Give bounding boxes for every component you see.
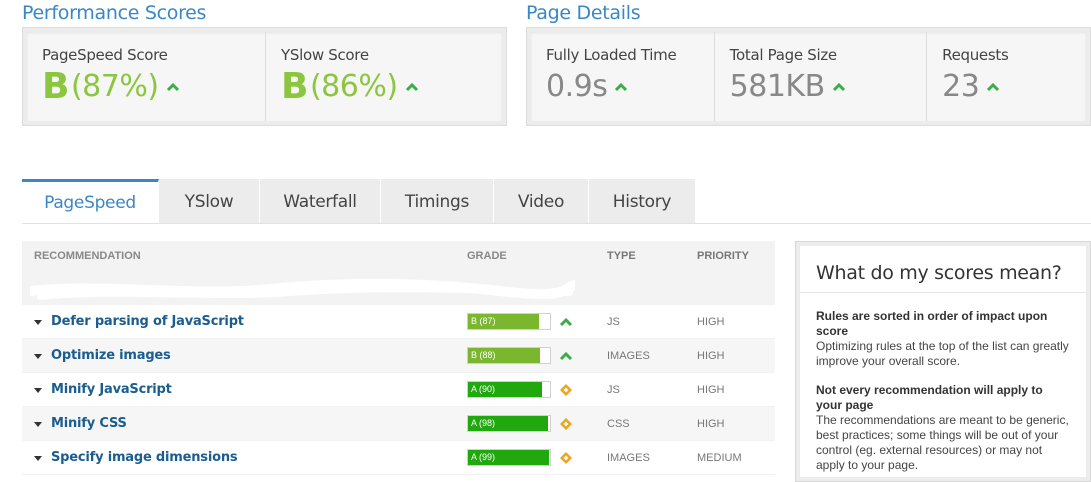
grade-bar-fill: B (87) bbox=[468, 314, 540, 329]
up-arrow-icon bbox=[987, 82, 1000, 92]
grade-bar: A (99) bbox=[467, 449, 551, 466]
header-recommendation[interactable]: RECOMMENDATION bbox=[22, 250, 467, 262]
diamond-icon bbox=[560, 451, 572, 464]
performance-scores-title: Performance Scores bbox=[22, 2, 207, 24]
tab-timings[interactable]: Timings bbox=[381, 179, 494, 224]
yslow-score-card: YSlow Score B (86%) bbox=[266, 32, 502, 121]
grade-bar: B (88) bbox=[467, 347, 551, 364]
diamond-icon bbox=[560, 383, 572, 396]
fully-loaded-time-card: Fully Loaded Time 0.9s bbox=[531, 32, 715, 121]
tab-waterfall[interactable]: Waterfall bbox=[260, 179, 381, 224]
grade-bar-fill: A (98) bbox=[468, 416, 549, 431]
up-arrow-icon bbox=[405, 82, 418, 92]
grade-bar-fill: A (90) bbox=[468, 382, 542, 397]
grade-bar: A (90) bbox=[467, 381, 551, 398]
recommendation-type: IMAGES bbox=[607, 349, 650, 362]
grade-bar: A (98) bbox=[467, 415, 551, 432]
tab-history[interactable]: History bbox=[589, 179, 695, 224]
up-arrow-icon bbox=[166, 82, 179, 92]
requests-value: 23 bbox=[942, 69, 980, 104]
expand-caret-icon[interactable] bbox=[34, 387, 42, 393]
grade-bar: B (87) bbox=[467, 313, 551, 330]
help-heading: Not every recommendation will apply to y… bbox=[816, 383, 1043, 412]
total-page-size-label: Total Page Size bbox=[729, 46, 837, 64]
up-arrow-icon bbox=[832, 82, 845, 92]
recommendation-priority: HIGH bbox=[697, 315, 725, 328]
up-arrow-icon bbox=[559, 351, 573, 360]
recommendation-name[interactable]: Minify CSS bbox=[51, 416, 127, 431]
expand-caret-icon[interactable] bbox=[34, 319, 42, 325]
total-page-size-card: Total Page Size 581KB bbox=[715, 32, 928, 121]
recommendation-name[interactable]: Specify image dimensions bbox=[51, 450, 238, 465]
table-row[interactable]: Minify JavaScript A (90) JS HIGH bbox=[22, 373, 775, 407]
expand-caret-icon[interactable] bbox=[34, 455, 42, 461]
tab-yslow[interactable]: YSlow bbox=[159, 179, 260, 224]
recommendation-type: IMAGES bbox=[607, 451, 650, 464]
recommendation-priority: HIGH bbox=[697, 349, 725, 362]
expand-caret-icon[interactable] bbox=[34, 421, 42, 427]
redacted-row bbox=[22, 271, 775, 305]
table-row[interactable]: Minify CSS A (98) CSS HIGH bbox=[22, 407, 775, 441]
tab-video[interactable]: Video bbox=[494, 179, 589, 224]
recommendation-rows: Defer parsing of JavaScript B (87) JS HI… bbox=[22, 305, 775, 475]
recommendation-priority: HIGH bbox=[697, 383, 725, 396]
tab-pagespeed[interactable]: PageSpeed bbox=[22, 179, 159, 224]
table-row[interactable]: Optimize images B (88) IMAGES HIGH bbox=[22, 339, 775, 373]
redaction-scribble bbox=[30, 279, 575, 300]
help-heading: Rules are sorted in order of impact upon… bbox=[816, 309, 1048, 338]
help-text: The recommendations are meant to be gene… bbox=[816, 413, 1069, 472]
page-details-panel: Fully Loaded Time 0.9s Total Page Size 5… bbox=[526, 27, 1091, 126]
recommendation-name[interactable]: Minify JavaScript bbox=[51, 382, 172, 397]
header-type[interactable]: TYPE bbox=[607, 250, 697, 262]
score-help-title: What do my scores mean? bbox=[800, 262, 1086, 293]
expand-caret-icon[interactable] bbox=[34, 353, 42, 359]
header-grade[interactable]: GRADE bbox=[467, 250, 607, 262]
report-tabs: PageSpeed YSlow Waterfall Timings Video … bbox=[22, 179, 695, 224]
tab-divider bbox=[22, 223, 1091, 224]
diamond-icon bbox=[560, 417, 572, 430]
recommendation-name[interactable]: Defer parsing of JavaScript bbox=[51, 314, 244, 329]
yslow-percent: (86%) bbox=[309, 69, 398, 104]
pagespeed-score-label: PageSpeed Score bbox=[42, 46, 168, 64]
help-text: Optimizing rules at the top of the list … bbox=[816, 339, 1069, 368]
recommendation-type: JS bbox=[607, 315, 620, 328]
up-arrow-icon bbox=[559, 317, 573, 326]
pagespeed-percent: (87%) bbox=[70, 69, 159, 104]
yslow-grade: B bbox=[281, 66, 308, 107]
recommendation-name[interactable]: Optimize images bbox=[51, 348, 171, 363]
fully-loaded-time-value: 0.9s bbox=[546, 69, 608, 104]
pagespeed-score-card: PageSpeed Score B (87%) bbox=[27, 32, 266, 121]
yslow-score-label: YSlow Score bbox=[281, 46, 369, 64]
fully-loaded-time-label: Fully Loaded Time bbox=[546, 46, 677, 64]
table-header: RECOMMENDATION GRADE TYPE PRIORITY bbox=[22, 241, 775, 271]
recommendation-type: CSS bbox=[607, 417, 630, 430]
total-page-size-value: 581KB bbox=[729, 69, 826, 104]
grade-bar-fill: A (99) bbox=[468, 450, 550, 465]
requests-card: Requests 23 bbox=[927, 32, 1086, 121]
up-arrow-icon bbox=[615, 82, 628, 92]
performance-scores-panel: PageSpeed Score B (87%) YSlow Score B (8… bbox=[22, 27, 507, 126]
recommendation-type: JS bbox=[607, 383, 620, 396]
recommendation-priority: HIGH bbox=[697, 417, 725, 430]
grade-bar-fill: B (88) bbox=[468, 348, 541, 363]
header-priority[interactable]: PRIORITY bbox=[697, 250, 775, 262]
pagespeed-grade: B bbox=[42, 66, 69, 107]
table-row[interactable]: Specify image dimensions A (99) IMAGES M… bbox=[22, 441, 775, 475]
page-details-title: Page Details bbox=[526, 2, 641, 24]
recommendations-table: RECOMMENDATION GRADE TYPE PRIORITY Defer… bbox=[22, 241, 775, 475]
table-row[interactable]: Defer parsing of JavaScript B (87) JS HI… bbox=[22, 305, 775, 339]
score-help-panel: What do my scores mean? Rules are sorted… bbox=[795, 241, 1091, 482]
requests-label: Requests bbox=[942, 46, 1009, 64]
recommendation-priority: MEDIUM bbox=[697, 451, 742, 464]
